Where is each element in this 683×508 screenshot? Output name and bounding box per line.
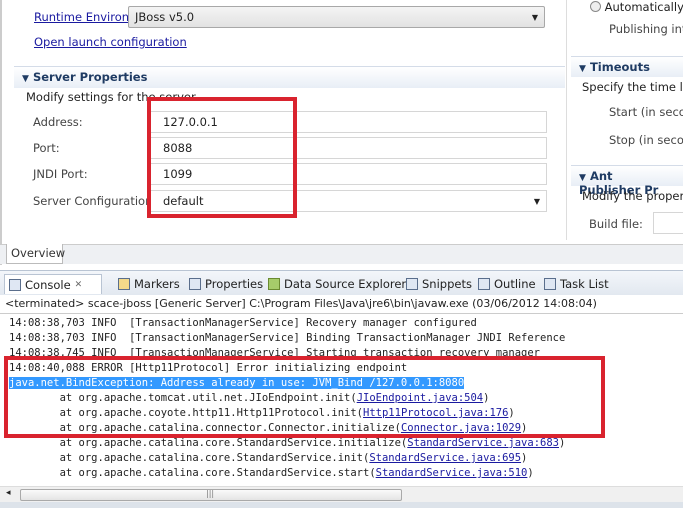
chevron-down-icon: ▼ — [531, 13, 538, 22]
tab-markers[interactable]: Markers — [114, 274, 184, 294]
scroll-left-icon[interactable]: ◂ — [6, 488, 11, 498]
tab-label: Console — [25, 277, 71, 292]
source-link[interactable]: StandardService.java:683 — [407, 437, 559, 449]
section-title: Timeouts — [589, 60, 650, 74]
tab-overview[interactable]: Overview — [6, 244, 65, 264]
server-configuration-label: Server Configuration: — [33, 194, 157, 208]
build-file-input[interactable] — [653, 212, 683, 234]
address-label: Address: — [33, 115, 83, 129]
source-link[interactable]: StandardService.java:510 — [376, 467, 528, 479]
left-border — [0, 0, 2, 265]
tab-outline[interactable]: Outline — [474, 274, 540, 294]
source-link[interactable]: StandardService.java:695 — [369, 452, 521, 464]
collapse-icon: ▼ — [22, 74, 29, 84]
stack-trace-line: at org.apache.catalina.core.StandardServ… — [9, 437, 566, 449]
trace-text: at org.apache.catalina.core.StandardServ… — [9, 467, 376, 479]
automatically-label: Automatically — [604, 0, 683, 14]
horizontal-scrollbar[interactable]: ◂ ||| — [0, 486, 683, 502]
tab-label: Outline — [494, 277, 536, 291]
scrollbar-thumb[interactable]: ||| — [20, 489, 402, 501]
tab-label: Markers — [134, 277, 180, 291]
stack-trace-line: at org.apache.catalina.core.StandardServ… — [9, 452, 528, 464]
tab-snippets[interactable]: Snippets — [402, 274, 476, 294]
open-launch-configuration-link[interactable]: Open launch configuration — [34, 35, 187, 49]
chevron-down-icon: ▼ — [533, 197, 540, 206]
tab-console[interactable]: Console ✕ — [4, 274, 102, 294]
tab-label: Data Source Explorer — [284, 277, 407, 291]
trace-text: at org.apache.catalina.core.StandardServ… — [9, 452, 370, 464]
server-properties-header[interactable]: ▼ Server Properties — [14, 66, 565, 88]
grip-icon: ||| — [206, 489, 215, 498]
runtime-value: JBoss v5.0 — [135, 10, 195, 24]
runtime-environment-select[interactable]: JBoss v5.0 ▼ — [128, 6, 545, 28]
collapse-icon: ▼ — [579, 64, 586, 74]
tab-label: Snippets — [422, 277, 472, 291]
ant-desc: Modify the propert — [582, 189, 683, 203]
section-title: Server Properties — [32, 70, 148, 84]
console-line: 14:08:38,703 INFO [TransactionManagerSer… — [9, 332, 566, 344]
jndi-port-label: JNDI Port: — [33, 167, 88, 181]
tab-label: Task List — [560, 277, 609, 291]
outline-icon — [478, 278, 490, 290]
database-icon — [268, 278, 280, 290]
timeouts-header[interactable]: ▼ Timeouts — [571, 56, 683, 77]
build-file-label: Build file: — [589, 217, 643, 231]
error-highlight-box — [4, 356, 605, 438]
stop-timeout-label: Stop (in secon — [609, 133, 683, 147]
start-timeout-label: Start (in secon — [609, 105, 683, 119]
tab-label: Properties — [205, 277, 264, 291]
ant-publisher-header[interactable]: ▼ Ant Publisher Pr — [571, 165, 683, 197]
tab-task-list[interactable]: Task List — [540, 274, 613, 294]
task-list-icon — [544, 278, 556, 290]
close-icon[interactable]: ✕ — [75, 280, 83, 290]
properties-icon — [189, 278, 201, 290]
publishing-label: Publishing int — [609, 22, 683, 36]
console-icon — [9, 278, 21, 291]
stack-trace-line: at org.apache.catalina.core.StandardServ… — [9, 467, 534, 479]
views-tab-bar: Console ✕ Markers Properties Data Source … — [0, 270, 683, 295]
radio-icon — [590, 1, 601, 12]
snippets-icon — [406, 278, 418, 290]
divider — [566, 0, 567, 240]
console-header: <terminated> scace-jboss [Generic Server… — [0, 295, 683, 314]
port-label: Port: — [33, 141, 60, 155]
tab-properties[interactable]: Properties — [185, 274, 267, 294]
trace-text: at org.apache.catalina.core.StandardServ… — [9, 437, 408, 449]
tab-data-source-explorer[interactable]: Data Source Explorer — [264, 274, 410, 294]
status-strip — [0, 502, 683, 508]
editor-tab-bar — [0, 244, 683, 264]
highlight-box — [147, 97, 297, 218]
timeouts-desc: Specify the time lin — [582, 80, 683, 94]
console-line: 14:08:38,703 INFO [TransactionManagerSer… — [9, 317, 477, 329]
markers-icon — [118, 278, 130, 290]
automatically-radio[interactable]: Automatically — [590, 0, 683, 14]
collapse-icon: ▼ — [579, 173, 586, 183]
